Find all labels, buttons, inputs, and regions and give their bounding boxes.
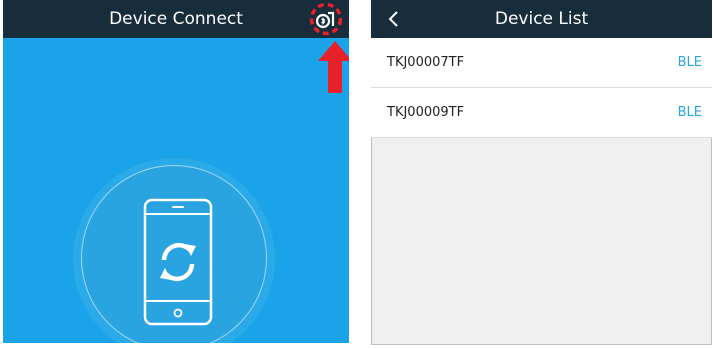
ble-scan-icon[interactable] (306, 2, 346, 36)
device-name: TKJ00007TF (387, 55, 465, 70)
device-connect-screen: Device Connect (3, 0, 349, 343)
device-type: BLE (677, 105, 702, 120)
page-title: Device Connect (109, 9, 243, 29)
list-item[interactable]: TKJ00009TF BLE (371, 88, 712, 138)
arrow-up-icon (318, 41, 349, 93)
device-list-header: Device List (371, 0, 712, 38)
phone-sync-icon[interactable] (143, 198, 213, 326)
device-type: BLE (677, 55, 702, 70)
device-list-screen: Device List TKJ00007TF BLE TKJ00009TF BL… (371, 0, 712, 345)
device-name: TKJ00009TF (387, 105, 465, 120)
page-title: Device List (494, 9, 589, 29)
chevron-left-icon[interactable] (385, 0, 403, 38)
device-connect-header: Device Connect (3, 0, 349, 38)
list-item[interactable]: TKJ00007TF BLE (371, 38, 712, 88)
